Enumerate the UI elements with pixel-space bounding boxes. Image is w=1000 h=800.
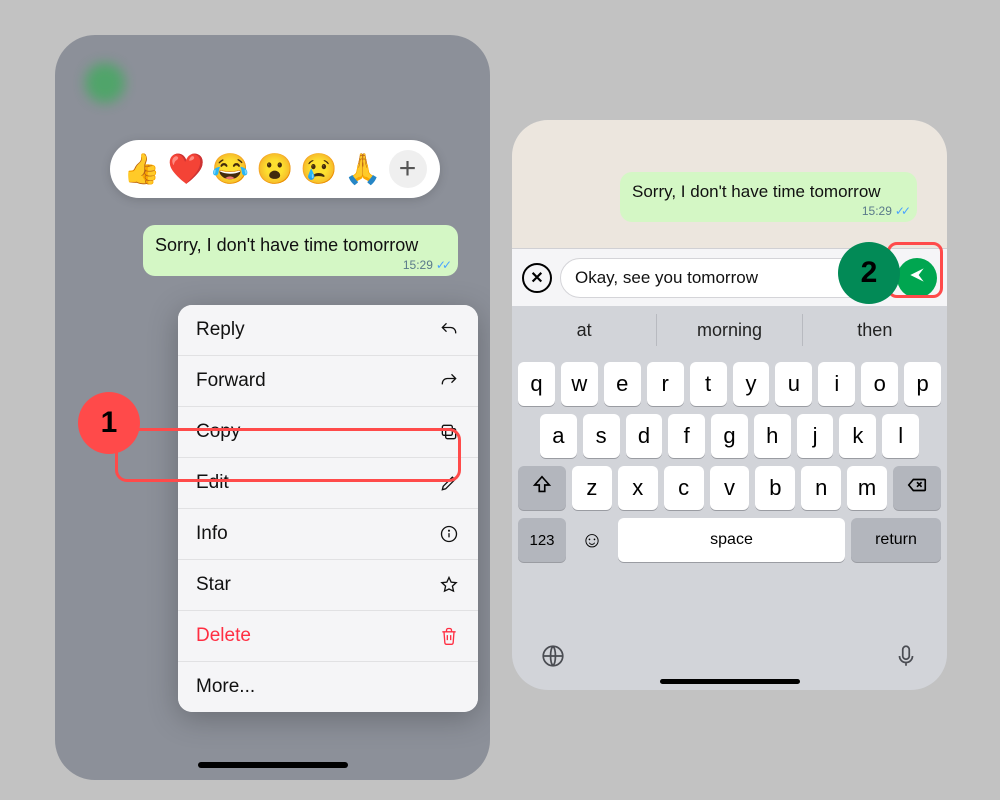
keyboard-row-2: a s d f g h j k l (512, 414, 947, 458)
message-text: Sorry, I don't have time tomorrow (155, 235, 418, 255)
menu-label: Reply (196, 319, 245, 341)
key-shift[interactable] (518, 466, 566, 510)
key-b[interactable]: b (755, 466, 795, 510)
backspace-icon (906, 474, 928, 502)
keyboard-row-1: q w e r t y u i o p (512, 362, 947, 406)
close-icon: ✕ (530, 268, 543, 288)
emoji-icon: ☺ (581, 527, 603, 553)
menu-info[interactable]: Info (178, 509, 478, 560)
key-j[interactable]: j (797, 414, 834, 458)
menu-label: Delete (196, 625, 251, 647)
key-z[interactable]: z (572, 466, 612, 510)
menu-label: Copy (196, 421, 240, 443)
key-g[interactable]: g (711, 414, 748, 458)
key-w[interactable]: w (561, 362, 598, 406)
key-f[interactable]: f (668, 414, 705, 458)
menu-reply[interactable]: Reply (178, 305, 478, 356)
key-u[interactable]: u (775, 362, 812, 406)
reaction-thumbs-up-icon[interactable]: 👍 (123, 152, 160, 187)
info-icon (438, 523, 460, 545)
reaction-wow-icon[interactable]: 😮 (256, 152, 293, 187)
annotation-step-1-badge: 1 (78, 392, 140, 454)
message-meta: 15:29✓✓ (862, 204, 907, 218)
key-v[interactable]: v (710, 466, 750, 510)
key-return[interactable]: return (851, 518, 941, 562)
menu-copy[interactable]: Copy (178, 407, 478, 458)
reaction-bar: 👍 ❤️ 😂 😮 😢 🙏 + (110, 140, 440, 198)
key-emoji[interactable]: ☺ (572, 518, 612, 562)
mic-icon[interactable] (893, 643, 919, 676)
reply-icon (438, 319, 460, 341)
key-q[interactable]: q (518, 362, 555, 406)
sent-message-bubble[interactable]: Sorry, I don't have time tomorrow 15:29✓… (143, 225, 458, 276)
message-context-menu: Reply Forward Copy Edit Info (178, 305, 478, 712)
message-meta: 15:29✓✓ (403, 258, 448, 272)
keyboard-bottom-bar (512, 643, 947, 676)
reaction-laugh-icon[interactable]: 😂 (212, 152, 249, 187)
sent-message-bubble[interactable]: Sorry, I don't have time tomorrow 15:29✓… (620, 172, 917, 222)
suggestion-item[interactable]: at (512, 306, 656, 354)
key-space[interactable]: space (618, 518, 845, 562)
key-p[interactable]: p (904, 362, 941, 406)
forward-icon (438, 370, 460, 392)
key-123[interactable]: 123 (518, 518, 566, 562)
key-backspace[interactable] (893, 466, 941, 510)
key-s[interactable]: s (583, 414, 620, 458)
menu-delete[interactable]: Delete (178, 611, 478, 662)
key-a[interactable]: a (540, 414, 577, 458)
home-indicator (660, 679, 800, 684)
key-y[interactable]: y (733, 362, 770, 406)
menu-star[interactable]: Star (178, 560, 478, 611)
reaction-heart-icon[interactable]: ❤️ (168, 152, 205, 187)
empty-icon (438, 676, 460, 698)
keyboard-row-3: z x c v b n m (512, 466, 947, 510)
pencil-icon (438, 472, 460, 494)
ios-keyboard: at morning then q w e r t y u i o p a s … (512, 306, 947, 690)
key-d[interactable]: d (626, 414, 663, 458)
send-button[interactable] (897, 258, 937, 298)
key-l[interactable]: l (882, 414, 919, 458)
send-icon (907, 265, 927, 290)
key-t[interactable]: t (690, 362, 727, 406)
trash-icon (438, 625, 460, 647)
suggestion-item[interactable]: then (802, 314, 947, 346)
menu-edit[interactable]: Edit (178, 458, 478, 509)
key-c[interactable]: c (664, 466, 704, 510)
phone-screenshot-edit-keyboard: Sorry, I don't have time tomorrow 15:29✓… (512, 120, 947, 690)
reaction-pray-icon[interactable]: 🙏 (344, 152, 381, 187)
cancel-edit-button[interactable]: ✕ (522, 263, 552, 293)
menu-more[interactable]: More... (178, 662, 478, 712)
keyboard-row-4: 123 ☺ space return (512, 518, 947, 562)
menu-label: Star (196, 574, 231, 596)
menu-label: Edit (196, 472, 229, 494)
reaction-sad-icon[interactable]: 😢 (300, 152, 337, 187)
home-indicator (198, 762, 348, 768)
copy-icon (438, 421, 460, 443)
key-k[interactable]: k (839, 414, 876, 458)
key-o[interactable]: o (861, 362, 898, 406)
shift-icon (531, 474, 553, 502)
key-x[interactable]: x (618, 466, 658, 510)
key-m[interactable]: m (847, 466, 887, 510)
reaction-add-icon[interactable]: + (389, 150, 427, 188)
suggestion-item[interactable]: morning (656, 314, 801, 346)
keyboard-suggestions: at morning then (512, 306, 947, 354)
key-i[interactable]: i (818, 362, 855, 406)
menu-label: Forward (196, 370, 266, 392)
menu-label: Info (196, 523, 228, 545)
key-e[interactable]: e (604, 362, 641, 406)
annotation-step-2-badge: 2 (838, 242, 900, 304)
menu-forward[interactable]: Forward (178, 356, 478, 407)
key-h[interactable]: h (754, 414, 791, 458)
key-r[interactable]: r (647, 362, 684, 406)
message-text: Sorry, I don't have time tomorrow (632, 182, 881, 201)
menu-label: More... (196, 676, 255, 698)
star-icon (438, 574, 460, 596)
key-n[interactable]: n (801, 466, 841, 510)
globe-icon[interactable] (540, 643, 566, 676)
